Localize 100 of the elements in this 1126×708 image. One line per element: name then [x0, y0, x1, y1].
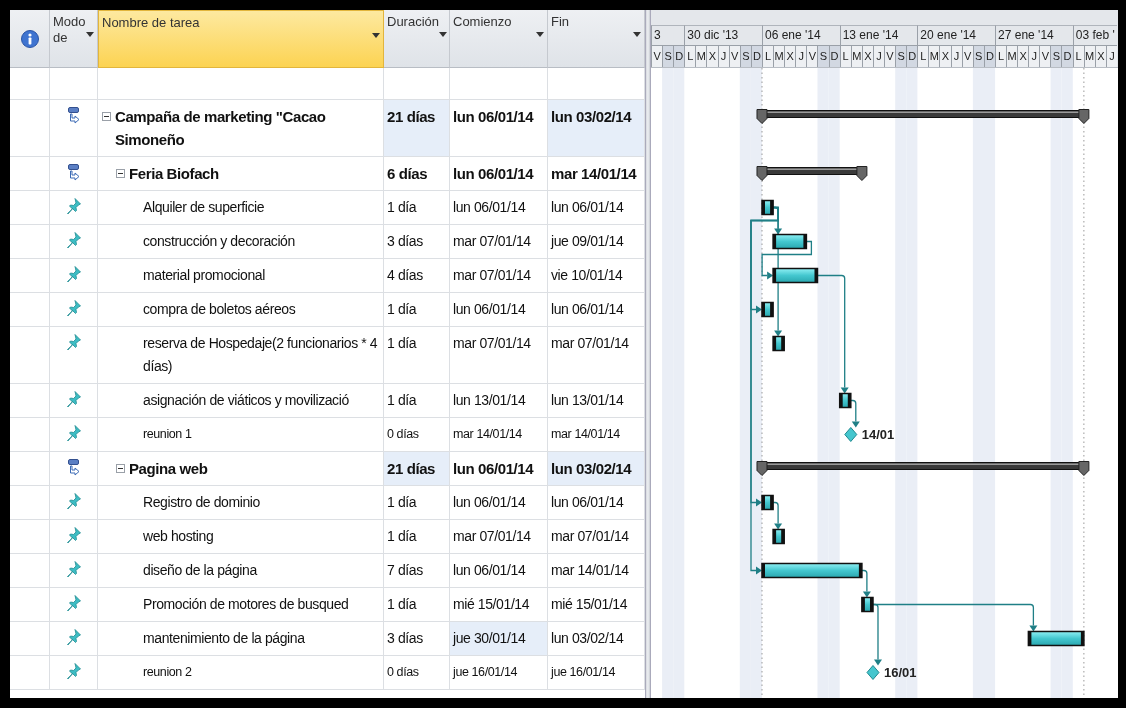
duration-cell: 6 días [384, 157, 450, 191]
collapse-toggle[interactable] [116, 169, 125, 178]
task-name: Alquiler de superficie [143, 198, 265, 217]
day-label: J [1105, 45, 1117, 67]
finish-date-cell: lun 03/02/14 [548, 100, 645, 157]
day-label: D [1061, 45, 1073, 67]
milestone-diamond [844, 427, 858, 442]
start-date-cell: mar 07/01/14 [450, 259, 548, 293]
empty-cell [10, 68, 50, 100]
day-label: L [684, 45, 696, 67]
start-date-cell: mar 14/01/14 [450, 418, 548, 452]
task-bar [761, 301, 774, 318]
task-name: mantenimiento de la página [143, 629, 305, 648]
task-bar [772, 335, 785, 352]
column-header[interactable]: Comienzo [450, 10, 548, 68]
task-name: reserva de Hospedaje(2 funcionarios * 4 días) [143, 334, 379, 376]
finish-date-cell: lun 03/02/14 [548, 452, 645, 486]
day-label: D [673, 45, 685, 67]
column-header[interactable]: Modo de [50, 10, 98, 68]
duration-cell: 21 días [384, 452, 450, 486]
task-name: diseño de la página [143, 561, 257, 580]
day-label: S [739, 45, 751, 67]
task-name: asignación de viáticos y movilizació [143, 391, 349, 410]
day-label: D [750, 45, 762, 67]
duration-cell: 3 días [384, 225, 450, 259]
column-header[interactable]: Nombre de tarea [98, 10, 384, 68]
start-date-cell: lun 06/01/14 [450, 157, 548, 191]
link-arrow [861, 569, 871, 598]
day-label: M [850, 45, 862, 67]
task-name: reunion 2 [143, 664, 192, 681]
info-icon [20, 29, 39, 48]
task-name: reunion 1 [143, 426, 192, 443]
task-name: Registro de dominio [143, 493, 260, 512]
start-date-cell: lun 06/01/14 [450, 293, 548, 327]
task-bar [1027, 630, 1085, 647]
day-label: L [917, 45, 929, 67]
task-bar [761, 494, 774, 511]
day-label: S [817, 45, 829, 67]
week-label: 13 ene '14 [842, 28, 899, 42]
collapse-toggle[interactable] [116, 464, 125, 473]
duration-cell: 1 día [384, 520, 450, 554]
day-label: X [939, 45, 951, 67]
day-label: V [806, 45, 818, 67]
link-arrow [850, 399, 860, 428]
duration-cell: 1 día [384, 384, 450, 418]
start-date-cell: jue 16/01/14 [450, 656, 548, 690]
task-bar [772, 528, 785, 545]
column-header[interactable]: Duración [384, 10, 450, 68]
week-label: 3 [654, 28, 661, 42]
week-label: 27 ene '14 [998, 28, 1054, 42]
day-label: J [950, 45, 962, 67]
task-bar [772, 233, 808, 250]
day-label: J [795, 45, 807, 67]
week-label: 06 ene '14 [765, 28, 821, 42]
duration-cell: 1 día [384, 327, 450, 384]
day-label: S [895, 45, 907, 67]
day-label: V [961, 45, 973, 67]
day-label: X [784, 45, 796, 67]
day-label: X [861, 45, 873, 67]
day-label: S [662, 45, 674, 67]
start-date-cell: jue 30/01/14 [450, 622, 548, 656]
task-name: material promocional [143, 266, 265, 285]
day-label: X [1017, 45, 1029, 67]
start-date-cell: lun 06/01/14 [450, 486, 548, 520]
start-date-cell: lun 13/01/14 [450, 384, 548, 418]
day-label: M [1083, 45, 1095, 67]
day-label: V [728, 45, 740, 67]
duration-cell: 7 días [384, 554, 450, 588]
column-header[interactable] [10, 10, 50, 68]
task-name: Pagina web [129, 459, 208, 479]
task-bar [761, 199, 774, 216]
day-label: D [983, 45, 995, 67]
duration-cell: 1 día [384, 293, 450, 327]
day-label: D [906, 45, 918, 67]
start-date-cell: mar 07/01/14 [450, 225, 548, 259]
task-bar [861, 596, 874, 613]
day-label: J [872, 45, 884, 67]
duration-cell: 1 día [384, 486, 450, 520]
column-header[interactable]: Fin [548, 10, 645, 68]
day-label: D [828, 45, 840, 67]
day-label: X [1094, 45, 1106, 67]
duration-cell: 0 días [384, 656, 450, 690]
task-bar [838, 392, 852, 409]
collapse-toggle[interactable] [102, 112, 111, 121]
day-label: M [1006, 45, 1018, 67]
day-label: V [1039, 45, 1051, 67]
duration-cell: 1 día [384, 191, 450, 225]
task-bar [772, 267, 819, 284]
task-name: Campaña de marketing "Cacao Simoneño [115, 107, 327, 150]
milestone-diamond [866, 665, 880, 680]
week-label: 30 dic '13 [687, 28, 739, 42]
day-label: M [773, 45, 785, 67]
task-name: compra de boletos aéreos [143, 300, 296, 319]
duration-cell: 21 días [384, 100, 450, 157]
duration-cell: 1 día [384, 588, 450, 622]
task-name: Feria Biofach [129, 164, 219, 184]
start-date-cell: mar 07/01/14 [450, 520, 548, 554]
day-label: S [1050, 45, 1062, 67]
milestone-label: 14/01 [861, 427, 895, 443]
duration-cell: 4 días [384, 259, 450, 293]
